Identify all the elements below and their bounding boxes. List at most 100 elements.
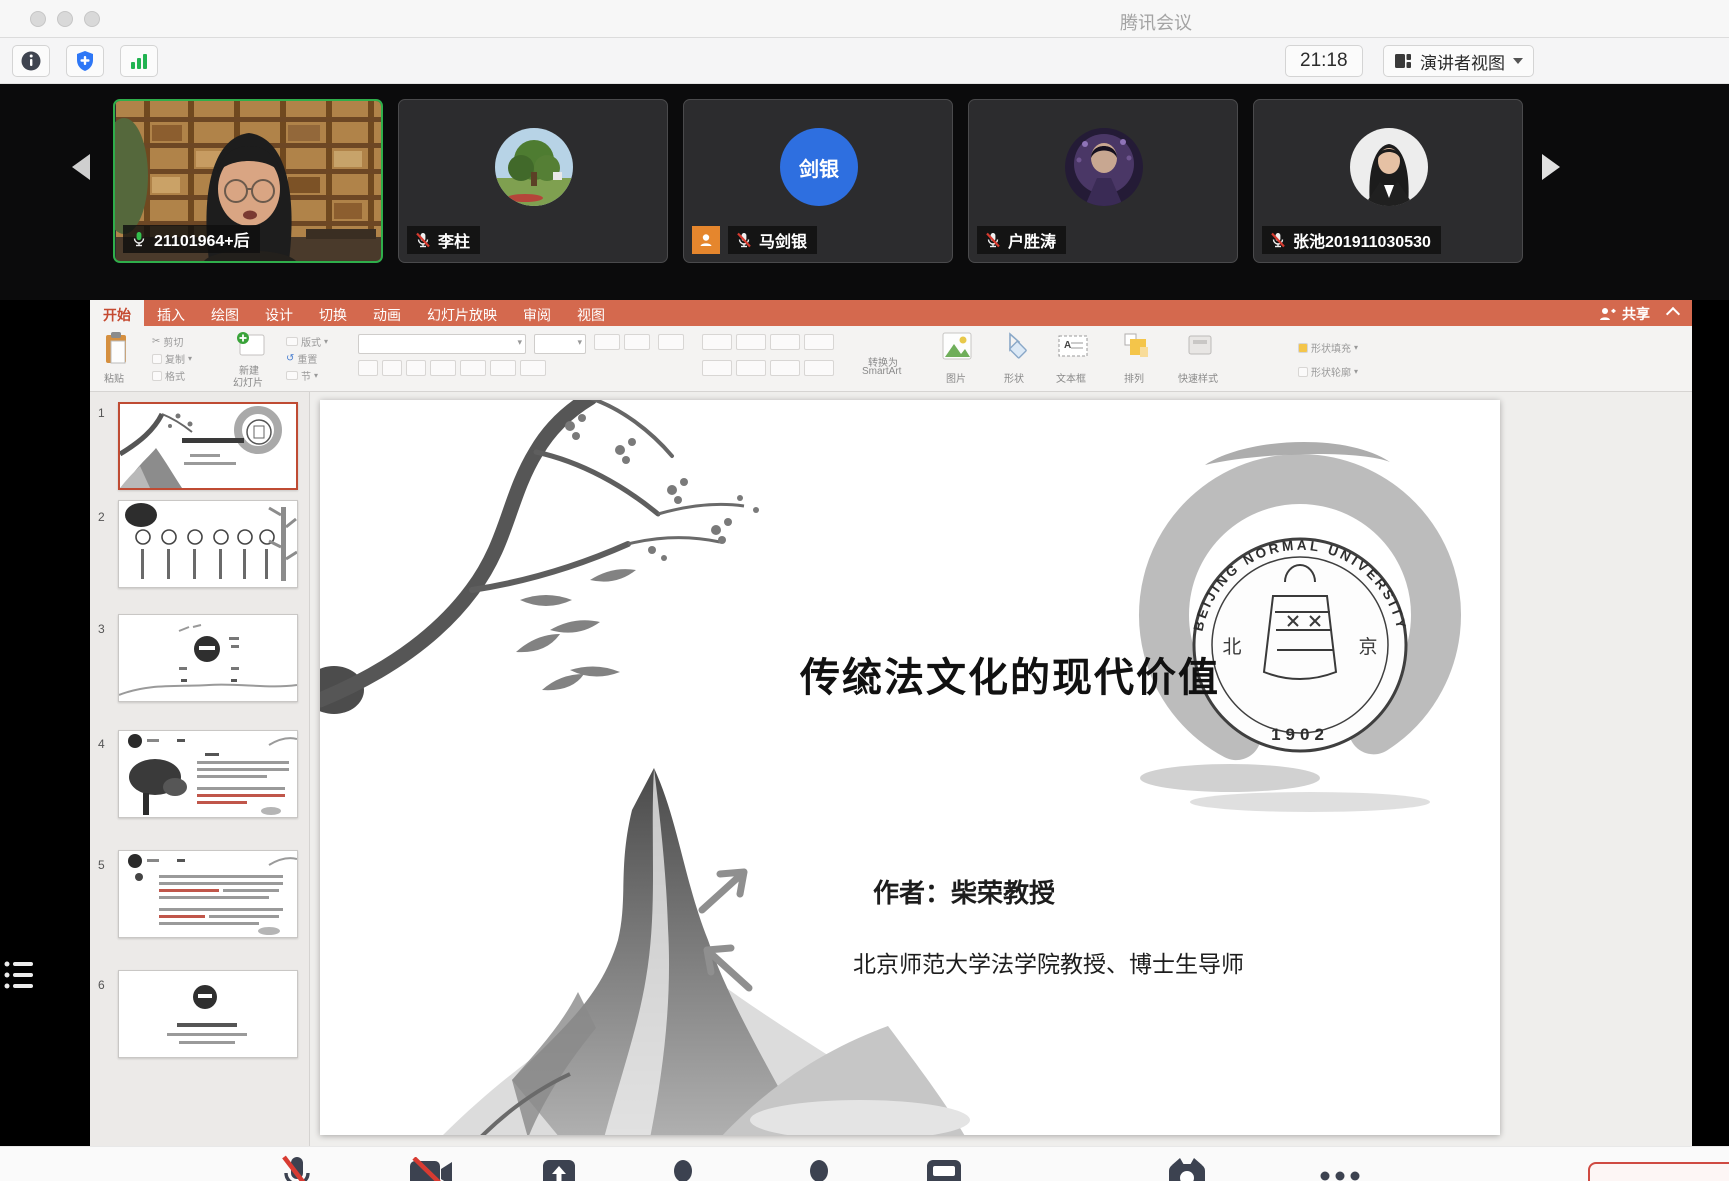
- font-size-select[interactable]: [534, 334, 586, 354]
- participant-name-chip: 马剑银: [728, 226, 817, 254]
- decrease-font-button[interactable]: [624, 334, 650, 350]
- paste-label[interactable]: 粘贴: [104, 370, 124, 385]
- new-slide-icon[interactable]: [236, 331, 266, 359]
- more-apps-button[interactable]: [924, 1157, 964, 1181]
- leave-meeting-button[interactable]: [1588, 1162, 1729, 1181]
- slide-thumbnail-5[interactable]: [118, 850, 298, 938]
- slide-thumbnail-4[interactable]: [118, 730, 298, 818]
- font-name-select[interactable]: [358, 334, 526, 354]
- slide-thumbnail-3[interactable]: [118, 614, 298, 702]
- outline-panel-icon[interactable]: [2, 956, 36, 996]
- current-slide[interactable]: BEIJING NORMAL UNIVERSITY 1902 北 京: [320, 400, 1500, 1135]
- text-shadow-button[interactable]: [460, 360, 486, 376]
- tab-insert[interactable]: 插入: [144, 300, 198, 326]
- italic-button[interactable]: [382, 360, 402, 376]
- layout-button[interactable]: 版式: [286, 334, 328, 349]
- picture-icon[interactable]: [942, 332, 972, 360]
- record-button[interactable]: [1166, 1157, 1208, 1181]
- tab-design[interactable]: 设计: [252, 300, 306, 326]
- paste-icon[interactable]: [104, 332, 130, 366]
- camera-button[interactable]: [408, 1157, 454, 1181]
- quick-styles-icon[interactable]: [1186, 332, 1216, 360]
- slide-number: 6: [98, 978, 105, 992]
- participant-tile-4[interactable]: 户胜涛: [968, 99, 1238, 263]
- tab-home[interactable]: 开始: [90, 300, 144, 326]
- app-window: 腾讯会议 21:18: [0, 0, 1729, 1181]
- meeting-topbar: 21:18 演讲者视图: [0, 38, 1729, 84]
- thumbnail-art: [119, 501, 297, 587]
- numbering-button[interactable]: [736, 334, 766, 350]
- shapes-icon[interactable]: [1000, 332, 1030, 360]
- slide-thumbnail-6[interactable]: [118, 970, 298, 1058]
- participant-tile-2[interactable]: 李柱: [398, 99, 668, 263]
- slide-thumbnail-2[interactable]: [118, 500, 298, 588]
- university-seal-art: BEIJING NORMAL UNIVERSITY 1902 北 京: [1110, 410, 1500, 820]
- tab-animations[interactable]: 动画: [360, 300, 414, 326]
- smartart-label-2[interactable]: SmartArt: [862, 366, 901, 377]
- view-mode-button[interactable]: 演讲者视图: [1383, 45, 1534, 77]
- slide-author: 作者：柴荣教授: [873, 873, 1055, 910]
- share-screen-button[interactable]: [540, 1157, 578, 1181]
- align-left-button[interactable]: [702, 360, 732, 376]
- textbox-label[interactable]: 文本框: [1056, 370, 1086, 385]
- bullets-button[interactable]: [702, 334, 732, 350]
- shape-fill-button[interactable]: 形状填充: [1298, 340, 1358, 355]
- zoom-window-icon[interactable]: [84, 11, 100, 27]
- tab-draw[interactable]: 绘图: [198, 300, 252, 326]
- tab-slideshow[interactable]: 幻灯片放映: [414, 300, 510, 326]
- char-spacing-button[interactable]: [490, 360, 516, 376]
- meeting-info-button[interactable]: [12, 45, 50, 77]
- person-badge-icon: [698, 232, 714, 248]
- participants-button[interactable]: [804, 1159, 834, 1181]
- format-painter-button[interactable]: 格式: [152, 368, 185, 383]
- tab-transitions[interactable]: 切换: [306, 300, 360, 326]
- scroll-left-icon[interactable]: [72, 154, 90, 180]
- scroll-right-icon[interactable]: [1542, 154, 1560, 180]
- more-button[interactable]: [1318, 1169, 1362, 1181]
- shapes-label[interactable]: 形状: [1004, 370, 1024, 385]
- tab-view[interactable]: 视图: [564, 300, 618, 326]
- underline-button[interactable]: [406, 360, 426, 376]
- minimize-window-icon[interactable]: [57, 11, 73, 27]
- tab-review[interactable]: 审阅: [510, 300, 564, 326]
- cut-button[interactable]: ✂剪切: [152, 334, 183, 349]
- bold-button[interactable]: [358, 360, 378, 376]
- participant-tile-1[interactable]: 21101964+后: [113, 99, 383, 263]
- close-window-icon[interactable]: [30, 11, 46, 27]
- strikethrough-button[interactable]: [430, 360, 456, 376]
- participant-tile-3[interactable]: 剑银 马剑银: [683, 99, 953, 263]
- align-right-button[interactable]: [770, 360, 800, 376]
- text-direction-button[interactable]: [804, 360, 834, 376]
- new-slide-label-2[interactable]: 幻灯片: [233, 374, 263, 389]
- arrange-label[interactable]: 排列: [1124, 370, 1144, 385]
- security-button[interactable]: [66, 45, 104, 77]
- copy-button[interactable]: 复制: [152, 351, 192, 366]
- video-strip: 21101964+后: [0, 84, 1729, 300]
- quick-styles-label[interactable]: 快速样式: [1178, 370, 1218, 385]
- shape-outline-button[interactable]: 形状轮廓: [1298, 364, 1358, 379]
- mic-muted-icon: [415, 232, 431, 248]
- mute-button[interactable]: [278, 1155, 316, 1181]
- picture-label[interactable]: 图片: [946, 370, 966, 385]
- slide-number: 5: [98, 858, 105, 872]
- indent-button[interactable]: [770, 334, 800, 350]
- textbox-icon[interactable]: A: [1056, 332, 1090, 360]
- reset-button[interactable]: ↺重置: [286, 351, 317, 366]
- section-button[interactable]: 节: [286, 368, 318, 383]
- participant-tile-5[interactable]: 张池201911030530: [1253, 99, 1523, 263]
- arrange-icon[interactable]: [1122, 332, 1152, 360]
- collapse-ribbon-icon[interactable]: [1666, 307, 1680, 321]
- slide-thumbnail-1[interactable]: [118, 402, 298, 490]
- align-center-button[interactable]: [736, 360, 766, 376]
- svg-text:A: A: [1064, 340, 1071, 351]
- text-color-button[interactable]: [520, 360, 546, 376]
- ppt-share-button[interactable]: 共享: [1599, 304, 1650, 324]
- participant-name: 张池201911030530: [1293, 228, 1431, 252]
- brush-arrow-up-right-icon: [692, 862, 756, 918]
- clear-format-button[interactable]: [658, 334, 684, 350]
- participant-name-chip: 21101964+后: [123, 225, 260, 253]
- invite-button[interactable]: [668, 1159, 698, 1181]
- network-quality-button[interactable]: [120, 45, 158, 77]
- increase-font-button[interactable]: [594, 334, 620, 350]
- line-spacing-button[interactable]: [804, 334, 834, 350]
